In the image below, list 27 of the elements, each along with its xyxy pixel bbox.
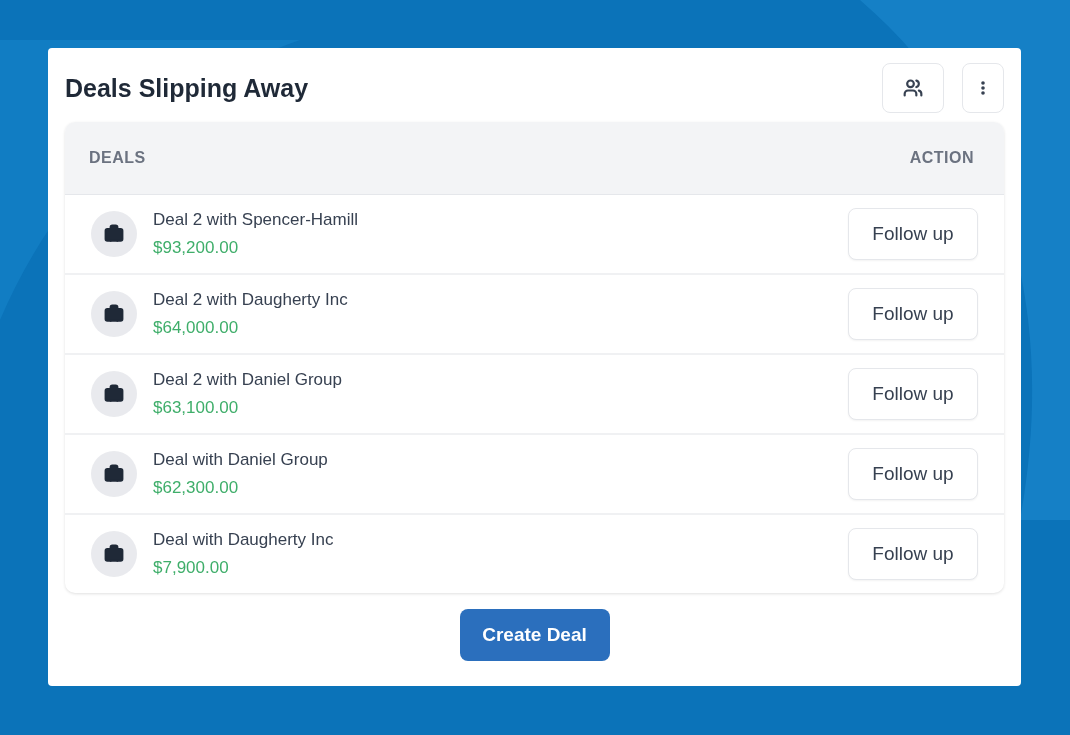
- follow-up-button[interactable]: Follow up: [848, 208, 978, 260]
- deal-name: Deal with Daniel Group: [153, 450, 329, 470]
- deal-amount: $62,300.00: [153, 478, 240, 498]
- deal-amount: $93,200.00: [153, 238, 240, 258]
- users-icon: [903, 78, 923, 98]
- more-icon: [981, 81, 985, 95]
- deal-name: Deal 2 with Daugherty Inc: [153, 290, 349, 310]
- column-header: DEALS: [89, 149, 146, 167]
- deal-amount: $63,100.00: [153, 398, 240, 418]
- team-button[interactable]: [882, 63, 944, 113]
- follow-up-button[interactable]: Follow up: [848, 368, 978, 420]
- briefcase-icon: [104, 384, 124, 404]
- card-title: Deals Slipping Away: [65, 73, 309, 103]
- briefcase-icon: [104, 224, 124, 244]
- briefcase-icon: [104, 304, 124, 324]
- deal-amount: $7,900.00: [153, 558, 230, 578]
- deal-name: Deal with Daugherty Inc: [153, 530, 335, 550]
- briefcase-icon: [104, 464, 124, 484]
- follow-up-button[interactable]: Follow up: [848, 448, 978, 500]
- deal-amount: $64,000.00: [153, 318, 240, 338]
- follow-up-button[interactable]: Follow up: [848, 528, 978, 580]
- column-header: ACTION: [909, 149, 974, 167]
- deal-name: Deal 2 with Spencer-Hamill: [153, 210, 360, 230]
- follow-up-button[interactable]: Follow up: [848, 288, 978, 340]
- deal-name: Deal 2 with Daniel Group: [153, 370, 343, 390]
- create-deal-button[interactable]: Create Deal: [459, 609, 610, 661]
- briefcase-icon: [104, 544, 124, 564]
